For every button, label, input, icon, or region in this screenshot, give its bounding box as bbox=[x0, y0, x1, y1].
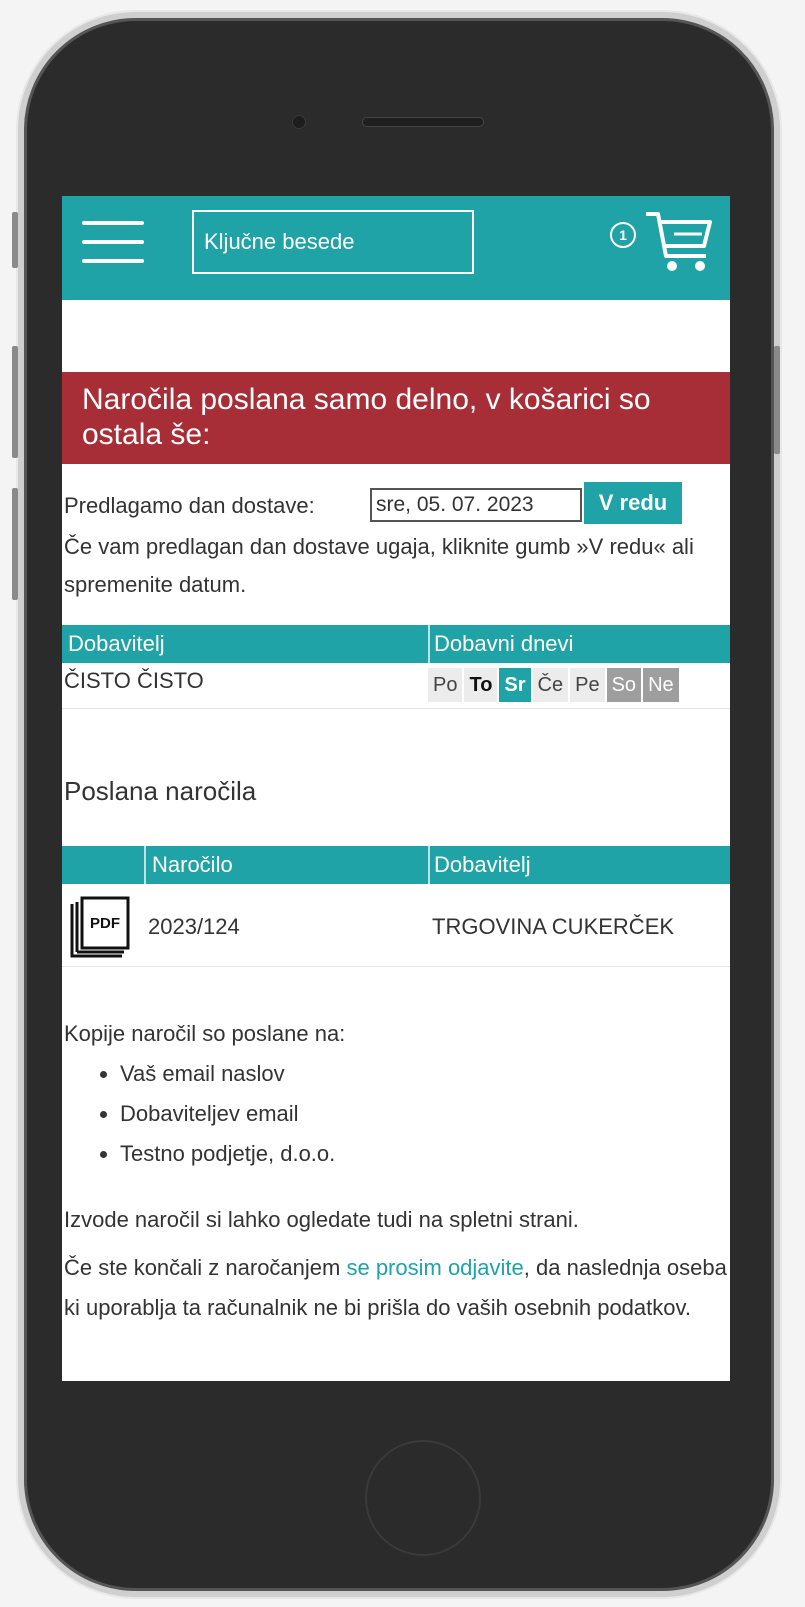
front-camera bbox=[292, 115, 306, 129]
delivery-date-label: Predlagamo dan dostave: bbox=[64, 493, 315, 518]
list-item: Dobaviteljev email bbox=[120, 1094, 345, 1134]
table-row: PDF 2023/124 TRGOVINA CUKERČEK bbox=[62, 886, 730, 967]
day-po: Po bbox=[428, 668, 463, 702]
app-screen: 1 Naročila poslana samo delno, v košaric… bbox=[62, 196, 730, 1381]
table-row: ČISTO ČISTO Po To Sr Če Pe So Ne bbox=[62, 664, 730, 709]
col-header-delivery-days: Dobavni dnevi bbox=[434, 631, 574, 656]
col-header-supplier: Dobavitelj bbox=[68, 631, 165, 656]
volume-down-button bbox=[12, 488, 18, 600]
col-header-supplier: Dobavitelj bbox=[434, 852, 531, 877]
search-input[interactable] bbox=[192, 210, 474, 274]
day-to: To bbox=[464, 668, 498, 702]
column-divider bbox=[428, 846, 430, 884]
delivery-hint: Če vam predlagan dan dostave ugaja, klik… bbox=[64, 534, 694, 597]
ok-button[interactable]: V redu bbox=[584, 482, 682, 524]
column-divider bbox=[428, 625, 430, 663]
sent-orders-title: Poslana naročila bbox=[64, 776, 257, 806]
day-pe: Pe bbox=[570, 668, 605, 702]
pdf-icon[interactable]: PDF bbox=[68, 894, 132, 960]
cart-icon[interactable] bbox=[644, 208, 714, 278]
column-divider bbox=[144, 846, 146, 884]
day-so: So bbox=[606, 668, 642, 702]
copies-intro: Kopije naročil so poslane na: bbox=[64, 1021, 346, 1046]
logout-link[interactable]: se prosim odjavite bbox=[346, 1255, 523, 1280]
cart-count-badge: 1 bbox=[610, 222, 636, 248]
extract-info: Izvode naročil si lahko ogledate tudi na… bbox=[64, 1207, 579, 1232]
list-item: Testno podjetje, d.o.o. bbox=[120, 1134, 345, 1174]
mute-switch bbox=[12, 212, 18, 268]
logout-notice: Če ste končali z naročanjem se prosim od… bbox=[64, 1248, 728, 1328]
col-header-order: Naročilo bbox=[152, 852, 233, 877]
order-number[interactable]: 2023/124 bbox=[148, 914, 240, 940]
alert-text: Naročila poslana samo delno, v košarici … bbox=[82, 383, 651, 451]
pdf-icon-label: PDF bbox=[90, 915, 120, 932]
top-bar: 1 bbox=[62, 196, 730, 300]
power-button bbox=[774, 346, 780, 454]
supplier-name: ČISTO ČISTO bbox=[64, 668, 204, 693]
order-supplier: TRGOVINA CUKERČEK bbox=[432, 914, 675, 939]
earpiece-speaker bbox=[362, 117, 484, 127]
list-item: Vaš email naslov bbox=[120, 1054, 345, 1094]
delivery-date-row: Predlagamo dan dostave: V redu bbox=[62, 482, 730, 528]
delivery-days: Po To Sr Če Pe So Ne bbox=[428, 668, 681, 702]
day-sr: Sr bbox=[499, 668, 531, 702]
logout-text-before: Če ste končali z naročanjem bbox=[64, 1255, 347, 1280]
copies-info: Kopije naročil so poslane na: Vaš email … bbox=[64, 1014, 345, 1174]
day-ce: Če bbox=[532, 668, 569, 702]
menu-icon[interactable] bbox=[82, 221, 144, 263]
delivery-date-input[interactable] bbox=[370, 488, 582, 522]
partial-order-alert: Naročila poslana samo delno, v košarici … bbox=[62, 372, 730, 464]
copies-list: Vaš email naslov Dobaviteljev email Test… bbox=[64, 1054, 345, 1174]
volume-up-button bbox=[12, 346, 18, 458]
orders-table-header: Naročilo Dobavitelj bbox=[62, 846, 730, 884]
supplier-table-header: Dobavitelj Dobavni dnevi bbox=[62, 625, 730, 663]
day-ne: Ne bbox=[643, 668, 679, 702]
home-button[interactable] bbox=[365, 1440, 481, 1556]
